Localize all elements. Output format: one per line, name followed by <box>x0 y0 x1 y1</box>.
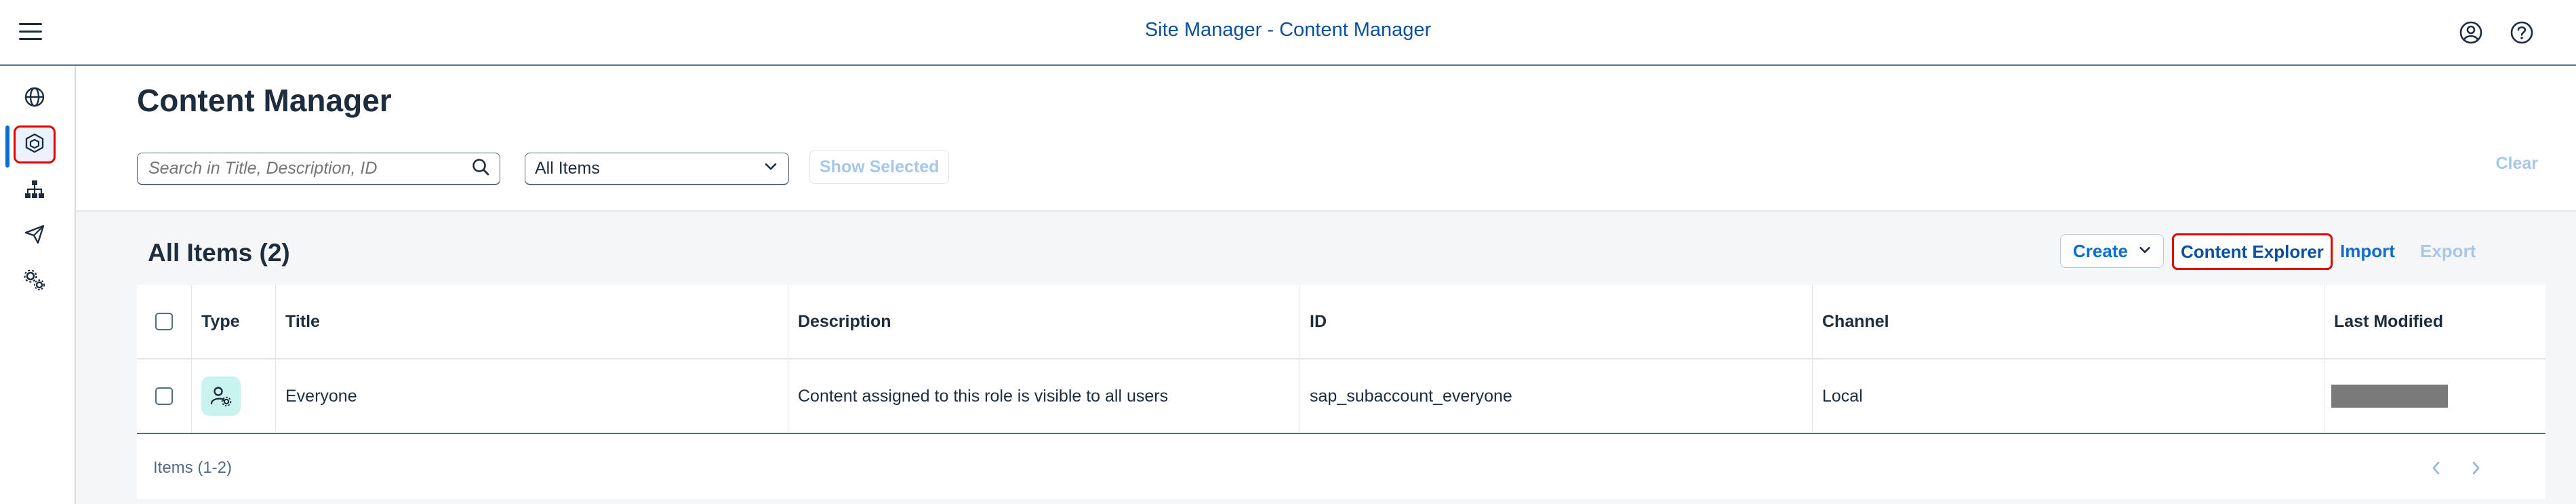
sitemap-icon <box>24 178 45 203</box>
shell-bar: Site Manager - Content Manager <box>0 0 2576 66</box>
table-footer: Items (1-2) <box>137 434 2545 499</box>
column-header-description[interactable]: Description <box>788 285 1300 358</box>
user-profile-icon[interactable] <box>2459 20 2483 45</box>
column-header-type[interactable]: Type <box>191 285 275 358</box>
side-navigation <box>0 66 76 504</box>
row-select-cell <box>137 360 191 433</box>
row-id: sap_subaccount_everyone <box>1300 360 1812 433</box>
redacted-value <box>2331 385 2448 408</box>
selected-indicator <box>5 125 9 168</box>
items-filter-select[interactable]: All Items <box>525 153 789 185</box>
settings-gears-icon <box>23 269 46 295</box>
export-button[interactable]: Export <box>2420 241 2476 262</box>
role-icon <box>201 376 241 416</box>
nav-item-websites[interactable] <box>14 79 56 117</box>
help-icon[interactable] <box>2510 20 2534 45</box>
shell-title: Site Manager - Content Manager <box>1144 19 1432 41</box>
nav-item-settings[interactable] <box>14 263 56 301</box>
page-title: Content Manager <box>137 83 392 118</box>
import-button[interactable]: Import <box>2340 241 2395 262</box>
column-header-channel[interactable]: Channel <box>1812 285 2324 358</box>
select-all-cell <box>137 285 191 358</box>
search-input[interactable] <box>147 158 471 179</box>
create-button[interactable]: Create <box>2060 234 2164 268</box>
column-header-title[interactable]: Title <box>275 285 788 358</box>
items-count: Items (1-2) <box>153 459 233 477</box>
search-icon[interactable] <box>471 157 490 180</box>
content-table: Type Title Description ID Channel Last M… <box>137 285 2545 499</box>
items-panel: All Items (2) Create Content Explorer Im… <box>76 210 2576 504</box>
table-header: Type Title Description ID Channel Last M… <box>137 285 2545 360</box>
cube-icon <box>24 132 45 157</box>
main-content: Content Manager All Items Show Selected … <box>76 66 2576 504</box>
row-type-cell <box>191 360 275 433</box>
table-row[interactable]: Everyone Content assigned to this role i… <box>137 360 2545 434</box>
chevron-down-icon <box>763 158 779 179</box>
nav-item-site-structure[interactable] <box>14 172 56 210</box>
nav-item-channels[interactable] <box>14 216 56 254</box>
row-channel: Local <box>1812 360 2324 433</box>
row-checkbox[interactable] <box>155 387 173 405</box>
search-field[interactable] <box>137 153 500 185</box>
row-description: Content assigned to this role is visible… <box>788 360 1300 433</box>
chevron-right-icon[interactable] <box>2466 459 2485 478</box>
content-explorer-button[interactable]: Content Explorer <box>2172 233 2333 270</box>
column-header-id[interactable]: ID <box>1300 285 1812 358</box>
clear-button[interactable]: Clear <box>2495 154 2538 174</box>
paper-plane-icon <box>24 223 45 248</box>
column-header-last-modified[interactable]: Last Modified <box>2324 285 2545 358</box>
row-last-modified <box>2324 360 2545 433</box>
select-value: All Items <box>535 159 600 178</box>
nav-item-content-manager[interactable] <box>14 125 56 163</box>
create-label: Create <box>2073 240 2128 261</box>
items-title: All Items (2) <box>148 239 290 267</box>
chevron-left-icon[interactable] <box>2427 459 2446 478</box>
show-selected-button[interactable]: Show Selected <box>809 150 950 184</box>
chevron-down-icon <box>2137 241 2152 262</box>
select-all-checkbox[interactable] <box>155 313 173 330</box>
row-title: Everyone <box>275 360 788 433</box>
globe-icon <box>24 86 45 111</box>
